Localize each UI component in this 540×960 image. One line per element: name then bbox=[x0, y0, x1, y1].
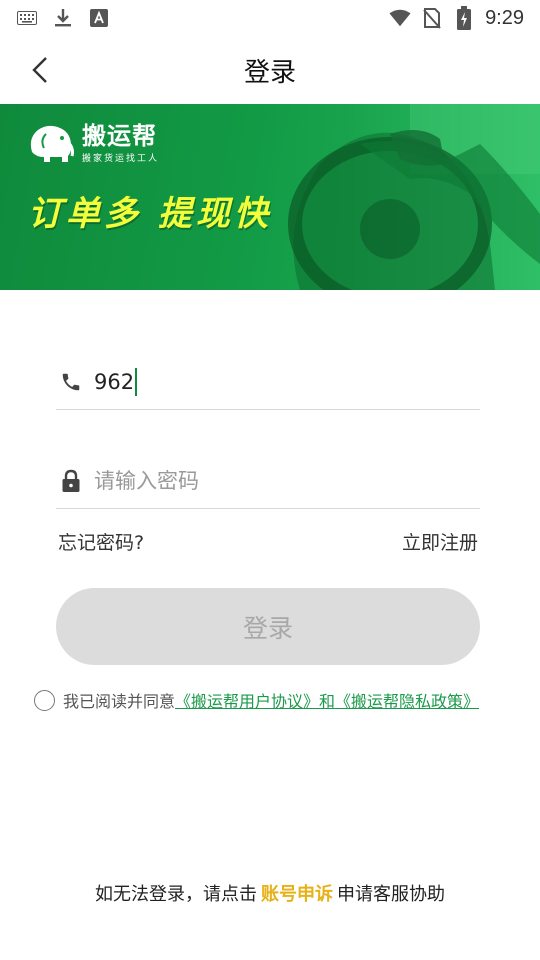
phone-icon bbox=[58, 369, 84, 395]
chevron-left-icon bbox=[32, 57, 47, 83]
help-text: 如无法登录，请点击 账号申诉 申请客服协助 bbox=[0, 880, 540, 906]
account-appeal-link[interactable]: 账号申诉 bbox=[261, 884, 333, 905]
lock-icon bbox=[58, 468, 84, 494]
forgot-password-link[interactable]: 忘记密码? bbox=[58, 528, 144, 555]
phone-input[interactable]: 962 bbox=[94, 367, 138, 396]
help-prefix: 如无法登录，请点击 bbox=[95, 884, 257, 905]
wifi-icon bbox=[389, 7, 411, 29]
a-letter-icon bbox=[88, 7, 110, 29]
phone-input-value: 962 bbox=[94, 369, 135, 394]
password-input[interactable] bbox=[94, 468, 454, 493]
keyboard-icon bbox=[16, 7, 38, 29]
promo-banner: 搬运帮 搬家货运找工人 订单多 提现快 bbox=[0, 104, 540, 290]
text-caret bbox=[135, 367, 138, 396]
elephant-icon bbox=[30, 125, 74, 162]
agreement-checkbox[interactable] bbox=[34, 689, 55, 711]
back-button[interactable] bbox=[22, 52, 58, 88]
register-link[interactable]: 立即注册 bbox=[402, 528, 478, 555]
status-bar: 9:29 bbox=[0, 0, 540, 36]
phone-field[interactable]: 962 bbox=[56, 354, 480, 410]
login-button[interactable]: 登录 bbox=[56, 588, 480, 665]
banner-headline: 订单多 提现快 bbox=[28, 194, 272, 234]
auth-links-row: 忘记密码? 立即注册 bbox=[58, 528, 478, 555]
password-field[interactable] bbox=[56, 453, 480, 509]
help-suffix: 申请客服协助 bbox=[337, 884, 445, 905]
driver-photo bbox=[240, 104, 540, 290]
status-time: 9:29 bbox=[485, 6, 524, 29]
agreement-policy-link[interactable]: 《搬运帮用户协议》和《搬运帮隐私政策》 bbox=[175, 688, 479, 712]
brand-slogan: 搬家货运找工人 bbox=[82, 153, 160, 164]
no-sim-icon bbox=[421, 7, 443, 29]
download-icon bbox=[52, 7, 74, 29]
battery-charging-icon bbox=[453, 6, 475, 30]
agreement-row: 我已阅读并同意 《搬运帮用户协议》和《搬运帮隐私政策》 bbox=[34, 688, 479, 712]
brand-logo: 搬运帮 搬家货运找工人 bbox=[26, 122, 159, 164]
app-header: 登录 bbox=[0, 36, 540, 104]
brand-name: 搬运帮 bbox=[82, 121, 157, 150]
agreement-prefix: 我已阅读并同意 bbox=[63, 692, 176, 711]
page-title: 登录 bbox=[243, 57, 296, 88]
